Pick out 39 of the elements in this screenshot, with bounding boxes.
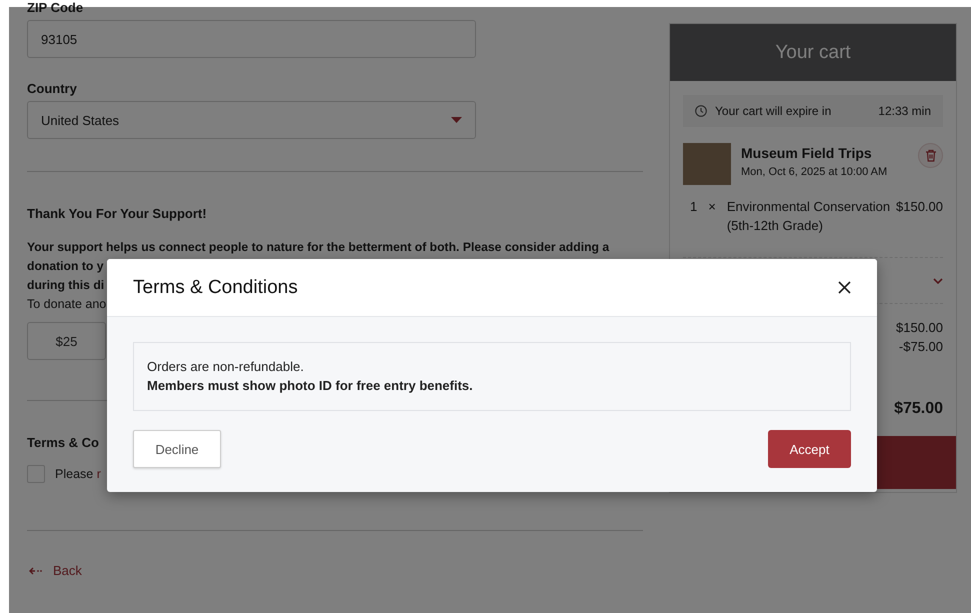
expiry-time: 12:33 min	[878, 104, 931, 118]
ticket-price: $150.00	[896, 198, 943, 216]
clock-icon	[695, 105, 707, 117]
caret-icon	[451, 117, 462, 123]
chevron-down-icon[interactable]	[933, 278, 943, 284]
checkbox[interactable]	[27, 465, 45, 483]
donation-note: To donate ano	[27, 296, 106, 313]
summary-amount: $150.00	[896, 319, 943, 337]
summary-amount: -$75.00	[898, 338, 943, 356]
back-link[interactable]: Back	[27, 563, 89, 578]
back-arrow-icon	[29, 566, 43, 574]
trash-icon	[924, 149, 936, 162]
event-date: Mon, Oct 6, 2025 at 10:00 AM	[741, 166, 888, 178]
terms-line: Orders are non-refundable.	[147, 358, 305, 376]
event-title: Museum Field Trips	[741, 145, 873, 161]
donation-amount-button[interactable]: $25	[27, 322, 106, 360]
times-sign: ×	[708, 198, 716, 216]
field-label: Country	[27, 81, 78, 96]
country-dropdown[interactable]: United States	[27, 101, 476, 139]
close-button[interactable]	[836, 279, 853, 296]
section-heading: Thank You For Your Support!	[27, 206, 207, 221]
paragraph-line: during this di	[27, 277, 104, 294]
expiry-label: Your cart will expire in	[715, 104, 832, 118]
section-heading: Terms & Co	[27, 435, 99, 450]
terms-text: Please r	[55, 467, 101, 481]
paragraph-line: Your support helps us connect people to nature for the betterment of both. Please consider adding a	[27, 239, 610, 256]
terms-line: Members must show photo ID for free entry benefits.	[147, 377, 474, 395]
delete-button[interactable]	[918, 143, 943, 168]
photo-placeholder	[683, 143, 731, 185]
quantity: 1	[690, 198, 698, 216]
zip-code-field[interactable]: 93105	[27, 20, 476, 58]
dialog-title: Terms & Conditions	[133, 276, 298, 298]
terms-link[interactable]: r	[96, 467, 101, 481]
cart-title: Your cart	[670, 24, 956, 81]
ticket-name: Environmental Conservation (5th-12th Grade)	[726, 198, 892, 235]
decline-button[interactable]: Decline	[133, 430, 221, 468]
paragraph-line: donation to y	[27, 258, 104, 275]
total-amount: $75.00	[894, 400, 943, 418]
accept-button[interactable]: Accept	[768, 430, 851, 468]
